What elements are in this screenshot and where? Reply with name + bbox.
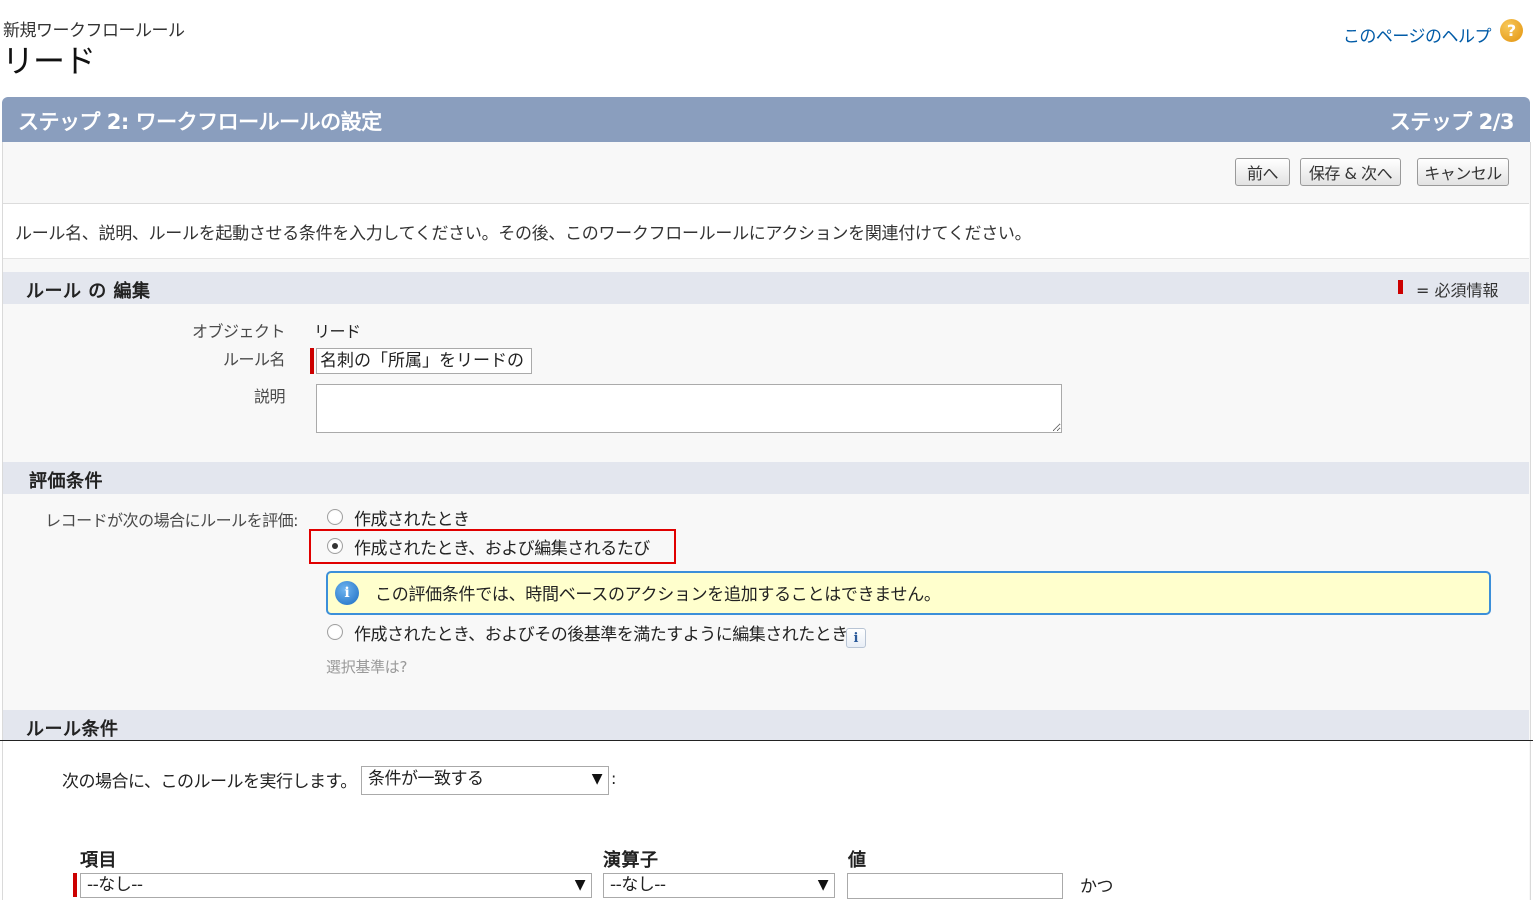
step-title: ステップ 2: ワークフロールールの設定	[18, 110, 382, 134]
info-icon: i	[335, 581, 359, 605]
rule-edit-section-title: ルール の 編集	[26, 281, 151, 302]
required-legend-marker	[1398, 280, 1403, 294]
evaluation-section-bar	[3, 462, 1529, 494]
description-label: 説明	[253, 387, 286, 406]
evaluation-option-created-label[interactable]: 作成されたとき	[354, 505, 470, 530]
cancel-button[interactable]: キャンセル	[1417, 158, 1509, 186]
rule-criteria-section-title: ルール条件	[26, 719, 119, 740]
operator-select-value: --なし--	[610, 875, 666, 895]
operator-select[interactable]: --なし-- ▼	[603, 873, 835, 898]
save-next-button[interactable]: 保存 & 次へ	[1300, 158, 1401, 186]
step-header: ステップ 2: ワークフロールールの設定 ステップ 2/3	[2, 97, 1530, 142]
value-input[interactable]	[847, 873, 1063, 899]
description-textarea[interactable]	[316, 384, 1062, 433]
value-column-header: 値	[848, 850, 867, 871]
field-required-marker	[73, 873, 77, 897]
info-message-text: この評価条件では、時間ベースのアクションを追加することはできません。	[375, 585, 941, 605]
dropdown-arrow-icon: ▼	[817, 877, 829, 893]
object-label: オブジェクト	[191, 322, 286, 341]
object-value: リード	[314, 322, 361, 341]
dropdown-arrow-icon: ▼	[574, 877, 586, 893]
criteria-help-link[interactable]: 選択基準は?	[326, 656, 407, 677]
page-title: リード	[2, 42, 96, 80]
run-condition-select[interactable]: 条件が一致する ▼	[361, 766, 609, 795]
evaluation-option-meets-criteria-label[interactable]: 作成されたとき、およびその後基準を満たすように編集されたとき	[354, 620, 848, 645]
run-condition-select-value: 条件が一致する	[368, 769, 484, 789]
evaluation-radio-created[interactable]	[327, 509, 343, 525]
field-select[interactable]: --なし-- ▼	[80, 873, 592, 898]
run-rule-label: 次の場合に、このルールを実行します。	[62, 772, 357, 792]
evaluation-radio-created-and-edited[interactable]	[327, 538, 343, 554]
rule-name-input[interactable]: 名刺の「所属」をリードの「部	[316, 348, 532, 374]
help-link[interactable]: このページのヘルプ	[1343, 22, 1492, 47]
previous-button[interactable]: 前へ	[1235, 158, 1290, 186]
field-select-value: --なし--	[87, 875, 143, 895]
evaluation-section-title: 評価条件	[29, 471, 103, 492]
evaluation-label: レコードが次の場合にルールを評価:	[45, 511, 298, 530]
dropdown-arrow-icon: ▼	[591, 771, 603, 787]
question-icon[interactable]: ?	[1500, 19, 1523, 42]
rule-name-required-marker	[310, 348, 314, 374]
intro-text: ルール名、説明、ルールを起動させる条件を入力してください。その後、このワークフロ…	[15, 224, 1032, 244]
evaluation-option-created-edited-label[interactable]: 作成されたとき、および編集されるたび	[354, 534, 650, 559]
field-column-header: 項目	[80, 850, 117, 871]
required-legend-text: = 必須情報	[1416, 281, 1499, 300]
run-rule-suffix: :	[611, 769, 616, 788]
step-counter: ステップ 2/3	[1389, 110, 1515, 134]
rule-criteria-section-bar	[3, 710, 1529, 740]
info-tooltip-icon[interactable]: i	[846, 628, 866, 648]
rule-edit-section-bar	[3, 272, 1529, 304]
conjunction-label: かつ	[1080, 877, 1114, 897]
rule-name-label: ルール名	[222, 350, 286, 369]
evaluation-radio-created-then-meets[interactable]	[327, 624, 343, 640]
operator-column-header: 演算子	[603, 850, 659, 871]
